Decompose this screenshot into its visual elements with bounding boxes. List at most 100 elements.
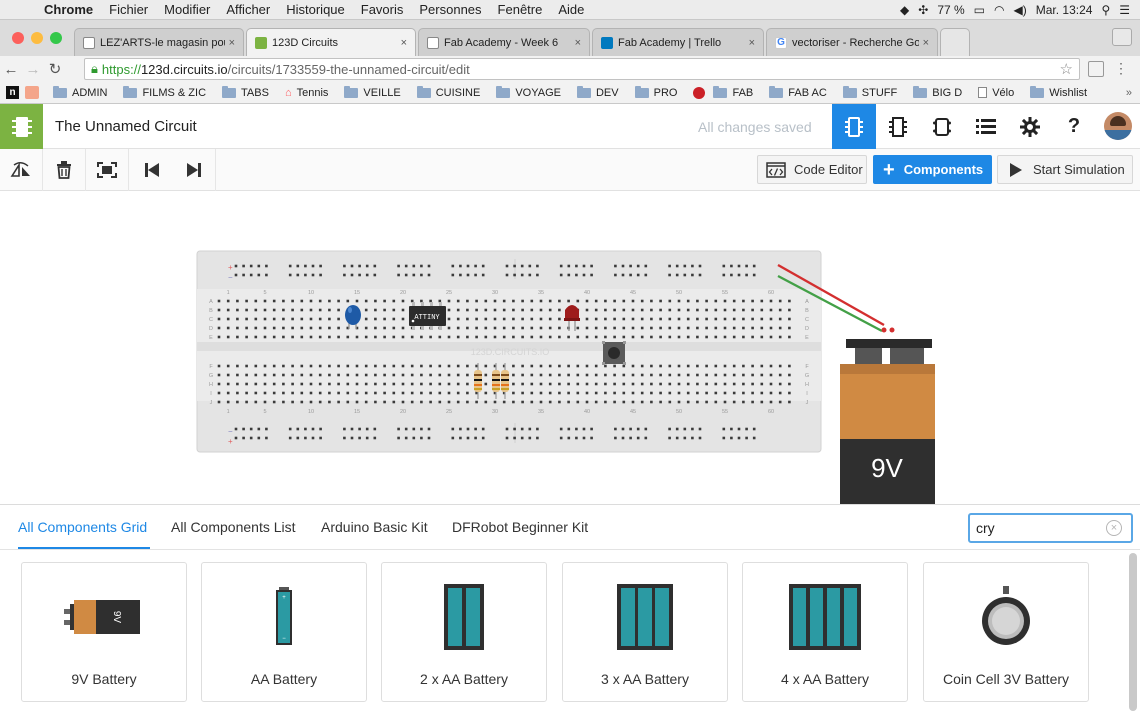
breadboard-hole[interactable] xyxy=(567,400,570,404)
breadboard-hole[interactable] xyxy=(374,317,377,321)
breadboard-hole[interactable] xyxy=(567,427,571,431)
breadboard-hole[interactable] xyxy=(539,382,543,386)
breadboard-hole[interactable] xyxy=(420,373,423,377)
breadboard-hole[interactable] xyxy=(585,299,589,303)
breadboard-hole[interactable] xyxy=(254,400,258,404)
breadboard-hole[interactable] xyxy=(236,400,239,404)
breadboard-hole[interactable] xyxy=(752,264,756,268)
profile-icon[interactable] xyxy=(1112,28,1132,46)
breadboard-hole[interactable] xyxy=(644,264,648,268)
breadboard-hole[interactable] xyxy=(296,436,300,440)
breadboard-hole[interactable] xyxy=(732,364,736,368)
breadboard-hole[interactable] xyxy=(677,326,681,330)
breadboard-hole[interactable] xyxy=(677,308,681,312)
bookmark-folder[interactable]: FAB AC xyxy=(769,85,827,99)
breadboard-hole[interactable] xyxy=(631,308,635,312)
breadboard-hole[interactable] xyxy=(536,427,539,431)
breadboard-hole[interactable] xyxy=(420,436,423,440)
breadboard-hole[interactable] xyxy=(392,335,396,339)
breadboard-hole[interactable] xyxy=(722,273,726,277)
breadboard-hole[interactable] xyxy=(429,299,432,303)
breadboard-hole[interactable] xyxy=(705,373,708,377)
breadboard-hole[interactable] xyxy=(576,326,580,330)
breadboard-hole[interactable] xyxy=(311,427,315,431)
bookmark-folder[interactable]: STUFF xyxy=(842,85,897,99)
breadboard-hole[interactable] xyxy=(659,382,662,386)
breadboard-hole[interactable] xyxy=(696,382,699,386)
breadboard-hole[interactable] xyxy=(730,427,733,431)
breadboard-hole[interactable] xyxy=(683,273,687,277)
bookmark-folder[interactable]: FAB xyxy=(713,85,753,99)
breadboard-hole[interactable] xyxy=(686,391,690,395)
breadboard-hole[interactable] xyxy=(604,391,607,395)
breadboard-hole[interactable] xyxy=(383,299,386,303)
breadboard-hole[interactable] xyxy=(355,382,359,386)
breadboard-hole[interactable] xyxy=(650,317,653,321)
breadboard-hole[interactable] xyxy=(401,382,405,386)
new-tab-button[interactable] xyxy=(940,28,970,56)
breadboard-hole[interactable] xyxy=(242,427,245,431)
breadboard-hole[interactable] xyxy=(644,273,648,277)
breadboard-hole[interactable] xyxy=(594,373,598,377)
breadboard-hole[interactable] xyxy=(604,400,607,404)
breadboard-hole[interactable] xyxy=(373,273,377,277)
breadboard-hole[interactable] xyxy=(677,400,681,404)
component-card-2xaa-battery[interactable]: 2 x AA Battery xyxy=(381,562,547,702)
breadboard-hole[interactable] xyxy=(723,364,727,368)
breadboard-hole[interactable] xyxy=(410,364,414,368)
breadboard-hole[interactable] xyxy=(539,317,543,321)
breadboard-hole[interactable] xyxy=(401,317,405,321)
breadboard-hole[interactable] xyxy=(512,326,515,330)
breadboard-hole[interactable] xyxy=(242,436,245,440)
breadboard-hole[interactable] xyxy=(558,382,561,386)
breadboard-hole[interactable] xyxy=(474,273,477,277)
start-simulation-button[interactable]: Start Simulation xyxy=(997,155,1133,184)
breadboard-hole[interactable] xyxy=(291,308,294,312)
breadboard-hole[interactable] xyxy=(705,317,708,321)
breadboard-hole[interactable] xyxy=(548,335,552,339)
breadboard-hole[interactable] xyxy=(742,326,745,330)
breadboard-hole[interactable] xyxy=(447,373,451,377)
breadboard-hole[interactable] xyxy=(254,364,258,368)
breadboard-hole[interactable] xyxy=(401,326,405,330)
breadboard-hole[interactable] xyxy=(631,335,635,339)
breadboard-hole[interactable] xyxy=(355,335,359,339)
breadboard-hole[interactable] xyxy=(254,317,258,321)
breadboard-hole[interactable] xyxy=(659,373,662,377)
breadboard-hole[interactable] xyxy=(236,373,239,377)
breadboard-hole[interactable] xyxy=(548,373,552,377)
breadboard-hole[interactable] xyxy=(291,382,294,386)
breadboard-hole[interactable] xyxy=(659,317,662,321)
breadboard-hole[interactable] xyxy=(548,308,552,312)
breadboard-hole[interactable] xyxy=(350,273,354,277)
breadboard-hole[interactable] xyxy=(530,299,534,303)
breadboard-hole[interactable] xyxy=(282,391,285,395)
breadboard-hole[interactable] xyxy=(300,364,304,368)
breadboard-hole[interactable] xyxy=(374,335,377,339)
breadboard-hole[interactable] xyxy=(622,317,626,321)
breadboard-hole[interactable] xyxy=(528,273,532,277)
breadboard-hole[interactable] xyxy=(383,382,386,386)
breadboard-hole[interactable] xyxy=(668,308,672,312)
breadboard-hole[interactable] xyxy=(254,326,258,330)
breadboard-hole[interactable] xyxy=(644,427,648,431)
breadboard-hole[interactable] xyxy=(691,273,694,277)
breadboard-hole[interactable] xyxy=(438,299,442,303)
breadboard-hole[interactable] xyxy=(769,382,773,386)
breadboard-hole[interactable] xyxy=(383,364,386,368)
breadboard-hole[interactable] xyxy=(732,391,736,395)
breadboard-hole[interactable] xyxy=(668,373,672,377)
breadboard-hole[interactable] xyxy=(696,326,699,330)
breadboard-hole[interactable] xyxy=(585,317,589,321)
breadboard-view-button[interactable] xyxy=(832,104,876,149)
breadboard-hole[interactable] xyxy=(288,264,292,268)
breadboard-hole[interactable] xyxy=(513,427,516,431)
breadboard-hole[interactable] xyxy=(282,373,285,377)
breadboard-hole[interactable] xyxy=(236,317,239,321)
breadboard-hole[interactable] xyxy=(217,299,221,303)
breadboard-hole[interactable] xyxy=(374,308,377,312)
breadboard-hole[interactable] xyxy=(778,373,782,377)
breadboard-hole[interactable] xyxy=(296,427,300,431)
breadboard-hole[interactable] xyxy=(217,382,221,386)
tab-close-icon[interactable]: × xyxy=(575,37,581,49)
